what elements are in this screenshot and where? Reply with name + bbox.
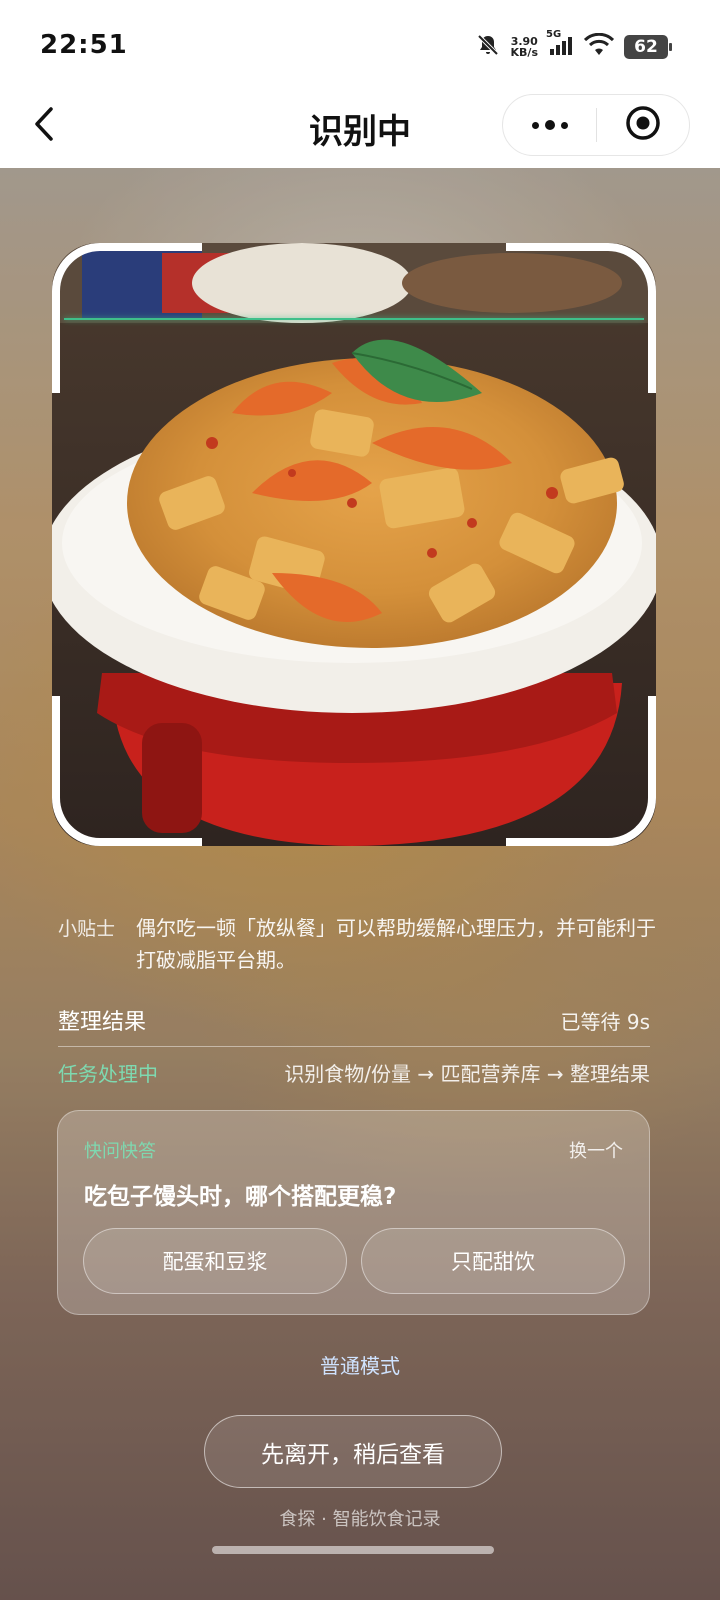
close-mini-program-button[interactable] — [597, 95, 689, 155]
nav-bar: 识别中 — [0, 90, 720, 168]
scan-frame — [52, 243, 656, 846]
result-header: 整理结果 已等待 9s — [58, 1004, 650, 1040]
tip-label: 小贴士 — [58, 918, 116, 940]
net-speed-unit: KB/s — [510, 46, 538, 59]
status-bar: 22:51 3.90 KB/s 5G 62 — [0, 0, 720, 90]
qa-question: 吃包子馒头时，哪个搭配更稳? — [84, 1184, 397, 1210]
more-dot-icon — [544, 120, 555, 130]
normal-mode-link[interactable]: 普通模式 — [0, 1350, 720, 1379]
mute-icon — [475, 32, 501, 62]
wifi-icon — [583, 32, 615, 61]
footer-brand: 食探 · 智能饮食记录 — [279, 1509, 441, 1530]
answer-option-button[interactable]: 只配甜饮 — [361, 1228, 625, 1294]
more-button[interactable] — [503, 95, 596, 155]
signal-5g-icon: 5G — [546, 29, 574, 60]
home-indicator — [212, 1546, 494, 1554]
quick-qa-card: 快问快答 换一个 吃包子馒头时，哪个搭配更稳? 配蛋和豆浆 只配甜饮 — [57, 1110, 650, 1315]
leave-later-button[interactable]: 先离开，稍后查看 — [204, 1415, 502, 1488]
task-status: 任务处理中 — [58, 1062, 158, 1086]
status-icons: 3.90 KB/s 5G 62 — [475, 29, 672, 62]
scan-corner — [506, 696, 656, 846]
battery-icon: 62 — [624, 35, 672, 59]
refresh-question-button[interactable]: 换一个 — [569, 1137, 623, 1163]
scan-line — [64, 318, 644, 320]
qa-tag: 快问快答 — [84, 1141, 156, 1162]
scan-corner — [52, 696, 202, 846]
task-steps: 识别食物/份量 → 匹配营养库 → 整理结果 — [284, 1062, 650, 1086]
task-progress: 任务处理中 识别食物/份量 → 匹配营养库 → 整理结果 — [58, 1058, 650, 1088]
network-label: 5G — [546, 28, 562, 40]
wait-timer: 已等待 9s — [560, 1010, 650, 1034]
tip-text: 偶尔吃一顿「放纵餐」可以帮助缓解心理压力，并可能利于打破减脂平台期。 — [136, 916, 656, 972]
more-dot-icon — [560, 121, 568, 129]
result-title: 整理结果 — [58, 1010, 147, 1035]
answer-option-button[interactable]: 配蛋和豆浆 — [83, 1228, 347, 1294]
target-circle-icon — [624, 104, 662, 146]
divider — [58, 1046, 650, 1047]
net-speed: 3.90 KB/s — [511, 36, 538, 58]
mini-program-capsule — [502, 94, 690, 156]
status-time: 22:51 — [40, 30, 128, 60]
more-dot-icon — [531, 121, 539, 129]
